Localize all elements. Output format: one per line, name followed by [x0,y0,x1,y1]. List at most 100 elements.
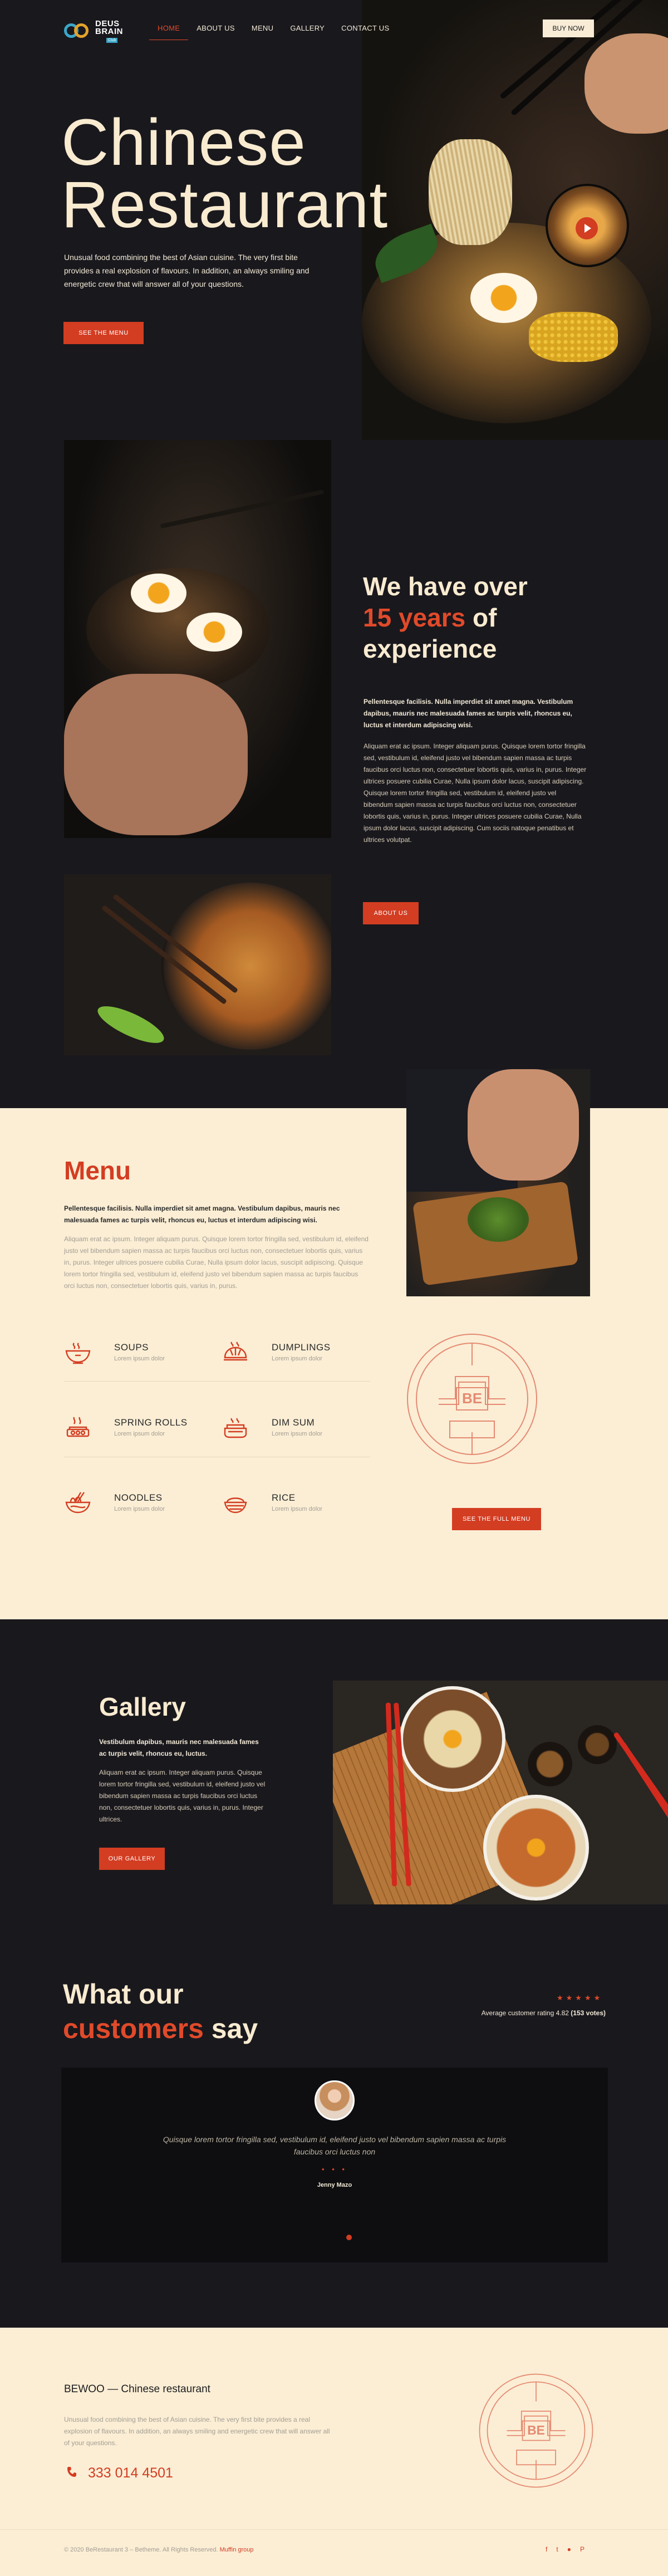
experience-section: We have over 15 years of experience Pell… [0,440,668,1108]
menu-section: Menu Pellentesque facilisis. Nulla imper… [0,1069,668,1619]
site-logo[interactable]: DEUS BRAIN Club [64,17,131,46]
gallery-section: Gallery Vestibulum dapibus, mauris nec m… [0,1619,668,1959]
egg-shape [470,273,537,323]
chopstick-shape [160,489,325,529]
menu-item-spring-rolls[interactable]: SPRING ROLLS Lorem ipsum dolor [64,1412,198,1445]
menu-item-noodles[interactable]: NOODLES Lorem ipsum dolor [64,1487,198,1520]
dish-name: SPRING ROLLS [114,1417,188,1428]
dish-desc: Lorem ipsum dolor [114,1355,165,1362]
footer-description: Unusual food combining the best of Asian… [64,2416,330,2447]
play-video-icon[interactable] [576,217,598,239]
hero-description: Unusual food combining the best of Asian… [64,253,310,288]
avatar [315,2080,355,2120]
quote-separator: • • • [322,2165,347,2173]
buy-now-button[interactable]: BUY NOW [543,19,594,37]
testimonial-author: Jenny Mazo [317,2182,352,2188]
slider-pager-dot[interactable] [346,2235,352,2240]
muffin-group-link[interactable]: Muffin group [220,2546,254,2553]
pinterest-icon[interactable]: P [580,2545,584,2553]
chopstick-shape [613,1731,668,1835]
noodles-plate-photo [64,874,331,1055]
testimonials-section: What our customers say ★★★★★ Average cus… [0,1959,668,2328]
dish-desc: Lorem ipsum dolor [114,1431,165,1437]
gallery-food-photo [333,1681,668,1904]
experience-title: We have over 15 years of experience [363,572,528,663]
twitter-icon[interactable]: t [556,2545,558,2553]
nav-item-about-us[interactable]: ABOUT US [188,24,243,40]
footer-emblem-icon: BE [479,2373,593,2488]
average-rating: Average customer rating 4.82 (153 votes) [481,2009,606,2017]
gallery-body: Aliquam erat ac ipsum. Integer aliquam p… [99,1769,266,1823]
hero-food-photo [362,0,668,440]
testimonial-quote: Quisque lorem tortor fringilla sed, vest… [163,2135,507,2156]
logo-rings-icon [64,22,91,39]
corn-shape [529,312,618,362]
gallery-lead: Vestibulum dapibus, mauris nec malesuada… [99,1738,259,1757]
dish-name: RICE [272,1492,296,1503]
svg-text:BE: BE [527,2423,545,2437]
rating-stars: ★★★★★ [557,1994,603,2002]
dumpling-icon [224,1341,247,1361]
hands-shape [64,674,248,835]
restaurant-emblem-icon: BE [407,1334,537,1464]
dot-icon[interactable]: ● [567,2545,571,2553]
menu-title: Menu [64,1156,131,1185]
about-us-button[interactable]: ABOUT US [363,902,419,924]
hero-section: DEUS BRAIN Club HOME ABOUT US MENU GALLER… [0,0,668,440]
menu-divider [64,1381,370,1382]
menu-item-dim-sum[interactable]: DIM SUM Lorem ipsum dolor [222,1412,355,1445]
nav-item-menu[interactable]: MENU [243,24,282,40]
footer: BEWOO — Chinese restaurant Unusual food … [0,2328,668,2576]
dish-desc: Lorem ipsum dolor [272,1506,323,1512]
bowl-shape [483,1795,589,1901]
menu-lead: Pellentesque facilisis. Nulla imperdiet … [64,1204,340,1224]
footer-phone[interactable]: 333 014 4501 [67,2465,173,2481]
soup-bowl-icon [65,1343,91,1364]
copyright: © 2020 BeRestaurant 3 – Betheme. All Rig… [64,2546,254,2553]
menu-item-rice[interactable]: RICE Lorem ipsum dolor [222,1487,355,1520]
hero-title: Chinese Restaurant [61,106,389,242]
arm-shape [468,1069,579,1181]
facebook-icon[interactable]: f [546,2545,547,2553]
nav-item-home[interactable]: HOME [149,24,189,40]
menu-item-dumplings[interactable]: DUMPLINGS Lorem ipsum dolor [222,1336,355,1370]
see-full-menu-button[interactable]: SEE THE FULL MENU [452,1508,541,1530]
noodle-shape [429,139,512,245]
logo-wordmark: DEUS BRAIN [95,19,123,36]
sauce-dish-shape [578,1725,617,1764]
bowl-photo [64,440,331,838]
testimonial-card: Quisque lorem tortor fringilla sed, vest… [61,2068,608,2262]
egg-shape [131,574,186,613]
dish-desc: Lorem ipsum dolor [272,1355,323,1362]
egg-shape [186,613,242,652]
nav-item-gallery[interactable]: GALLERY [282,24,333,40]
dish-desc: Lorem ipsum dolor [272,1431,323,1437]
dish-name: SOUPS [114,1342,149,1353]
noodles-icon [65,1492,91,1514]
experience-body: Aliquam erat ac ipsum. Integer aliquam p… [364,742,587,844]
logo-sub: Club [106,38,118,43]
bowl-shape [400,1686,505,1792]
gallery-title: Gallery [99,1692,186,1721]
pepper-shape [93,999,169,1050]
dim-sum-icon [224,1418,247,1438]
menu-item-soups[interactable]: SOUPS Lorem ipsum dolor [64,1336,198,1370]
phone-icon [67,2465,77,2481]
our-gallery-button[interactable]: OUR GALLERY [99,1848,165,1870]
footer-title: BEWOO — Chinese restaurant [64,2383,210,2395]
see-the-menu-button[interactable]: SEE THE MENU [63,322,144,344]
rice-bowl-icon [224,1497,247,1514]
nav-item-contact-us[interactable]: CONTACT US [333,24,397,40]
main-menu: HOME ABOUT US MENU GALLERY CONTACT US [149,24,397,40]
svg-text:BE: BE [462,1390,482,1407]
plate-shape [161,883,331,1050]
dish-desc: Lorem ipsum dolor [114,1506,165,1512]
experience-lead: Pellentesque facilisis. Nulla imperdiet … [364,698,573,729]
waiter-dish-photo [406,1069,590,1296]
spring-roll-icon [66,1417,90,1437]
dish-name: DIM SUM [272,1417,315,1428]
footer-bottom-bar: © 2020 BeRestaurant 3 – Betheme. All Rig… [0,2529,668,2576]
salad-shape [468,1197,529,1242]
sauce-dish-shape [528,1742,572,1786]
menu-body: Aliquam erat ac ipsum. Integer aliquam p… [64,1235,369,1290]
